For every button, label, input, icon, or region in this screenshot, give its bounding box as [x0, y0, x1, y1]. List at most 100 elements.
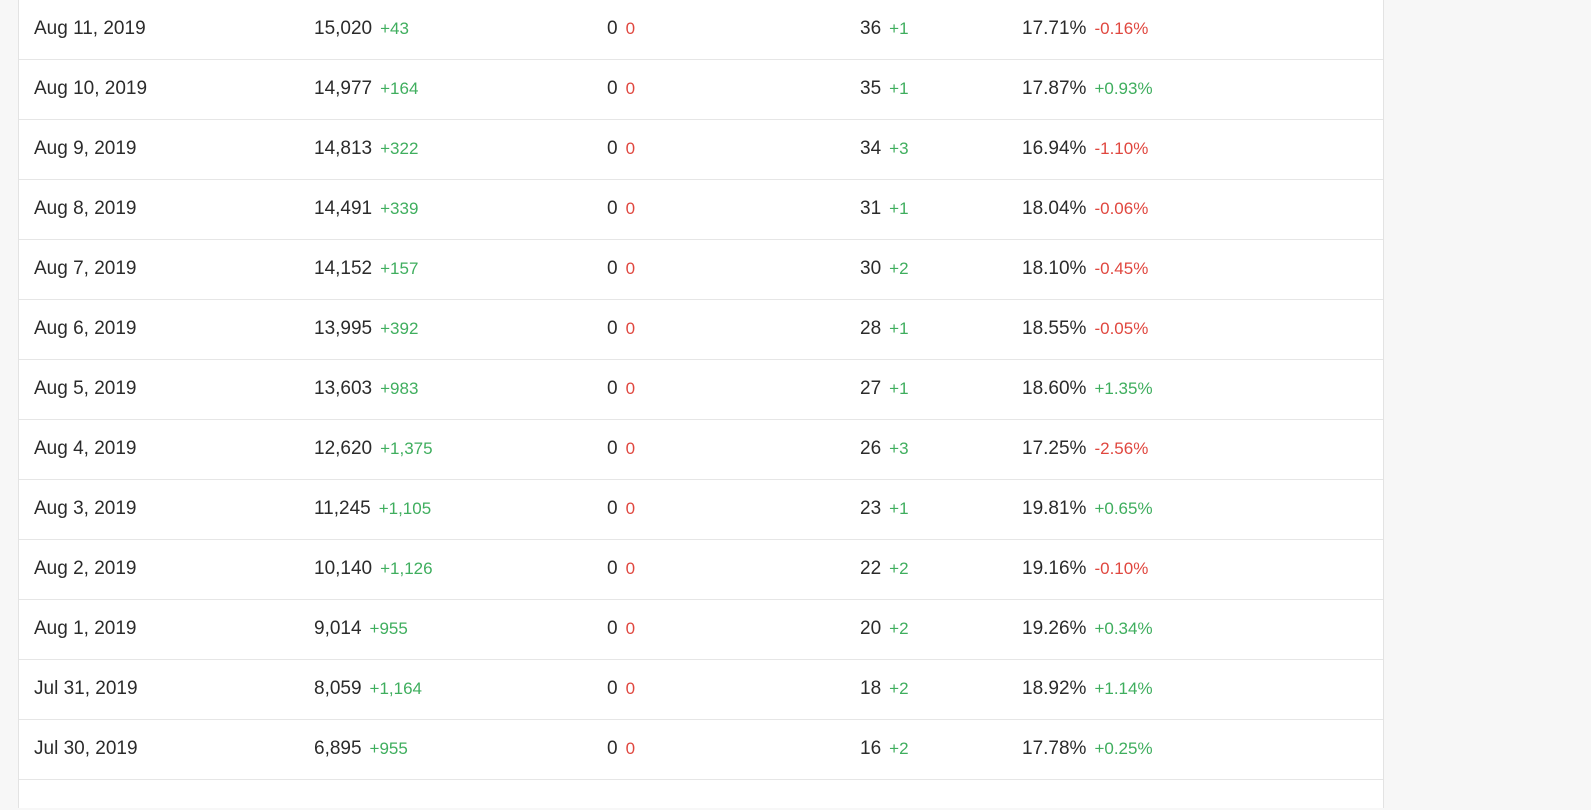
percent-delta: -0.16%	[1094, 19, 1149, 38]
count-value: 35	[860, 78, 882, 99]
zero-cell: 00	[607, 420, 635, 479]
count-value: 36	[860, 18, 882, 39]
views-cell: 13,603 +983	[314, 360, 418, 419]
percent-cell: 19.16% -0.10%	[1022, 540, 1148, 599]
views-delta: +955	[369, 739, 408, 758]
percent-delta: +0.34%	[1094, 619, 1153, 638]
count-value: 20	[860, 618, 882, 639]
percent-value: 16.94%	[1022, 138, 1087, 159]
table-row: Aug 3, 2019 11,245 +1,105 00 23 +1 19.81% +…	[19, 480, 1383, 540]
views-delta: +1,375	[380, 439, 433, 458]
percent-cell: 19.26% +0.34%	[1022, 600, 1153, 659]
views-value: 14,152	[314, 258, 373, 279]
views-cell: 14,152 +157	[314, 240, 418, 299]
count-delta: +1	[889, 319, 909, 338]
count-delta: +2	[889, 619, 909, 638]
views-delta: +1,164	[369, 679, 423, 698]
views-delta: +1,105	[378, 499, 432, 518]
percent-cell: 17.87% +0.93%	[1022, 60, 1153, 119]
views-cell: 10,140 +1,126	[314, 540, 433, 599]
percent-delta: +1.14%	[1094, 679, 1153, 698]
percent-value: 17.78%	[1022, 738, 1087, 759]
percent-delta: -0.45%	[1094, 259, 1149, 278]
zero-cell: 00	[607, 360, 635, 419]
date-cell: Aug 7, 2019	[34, 258, 137, 279]
views-value: 10,140	[314, 558, 373, 579]
count-cell: 28 +1	[860, 300, 909, 359]
percent-delta: +1.35%	[1094, 379, 1153, 398]
zero-delta: 0	[625, 259, 636, 278]
views-delta: +983	[380, 379, 419, 398]
percent-cell: 18.04% -0.06%	[1022, 180, 1148, 239]
zero-delta: 0	[625, 739, 636, 758]
percent-value: 18.55%	[1022, 318, 1087, 339]
percent-delta: -0.05%	[1094, 319, 1149, 338]
percent-cell: 18.92% +1.14%	[1022, 660, 1153, 719]
count-delta: +2	[889, 679, 909, 698]
percent-value: 18.92%	[1022, 678, 1087, 699]
zero-cell: 00	[607, 480, 635, 539]
percent-value: 19.26%	[1022, 618, 1087, 639]
table-body: Aug 11, 2019 15,020 +43 00 36 +1 17.71% -0.…	[19, 0, 1383, 810]
zero-cell: 00	[607, 300, 635, 359]
count-cell: 35 +1	[860, 60, 909, 119]
date-cell: Aug 5, 2019	[34, 378, 137, 399]
views-cell: 15,020 +43	[314, 0, 409, 59]
date-cell: Aug 6, 2019	[34, 318, 137, 339]
percent-delta: -0.10%	[1094, 559, 1149, 578]
zero-cell: 00	[607, 660, 635, 719]
count-cell: 27 +1	[860, 360, 909, 419]
count-value: 28	[860, 318, 882, 339]
zero-cell: 00	[607, 0, 635, 59]
table-row-partial	[19, 780, 1383, 810]
percent-cell: 18.10% -0.45%	[1022, 240, 1148, 299]
percent-cell: 17.25% -2.56%	[1022, 420, 1148, 479]
count-delta: +2	[889, 259, 909, 278]
views-value: 14,977	[314, 78, 373, 99]
percent-cell: 18.60% +1.35%	[1022, 360, 1153, 419]
table-row: Jul 30, 2019 6,895 +955 00 16 +2 17.78% +0.…	[19, 720, 1383, 780]
count-delta: +1	[889, 79, 909, 98]
views-delta: +392	[380, 319, 419, 338]
zero-delta: 0	[625, 679, 636, 698]
views-delta: +322	[380, 139, 419, 158]
percent-cell: 16.94% -1.10%	[1022, 120, 1148, 179]
percent-delta: -0.06%	[1094, 199, 1149, 218]
date-cell: Aug 11, 2019	[34, 18, 146, 39]
count-delta: +2	[889, 739, 909, 758]
percent-delta: +0.25%	[1094, 739, 1153, 758]
count-cell: 30 +2	[860, 240, 909, 299]
views-cell: 13,995 +392	[314, 300, 418, 359]
count-value: 31	[860, 198, 882, 219]
zero-delta: 0	[625, 19, 636, 38]
zero-cell: 00	[607, 180, 635, 239]
table-row: Aug 11, 2019 15,020 +43 00 36 +1 17.71% -0.…	[19, 0, 1383, 60]
zero-cell: 00	[607, 720, 635, 779]
percent-value: 17.71%	[1022, 18, 1087, 39]
table-row: Aug 6, 2019 13,995 +392 00 28 +1 18.55% -0.…	[19, 300, 1383, 360]
views-delta: +43	[380, 19, 409, 38]
zero-value: 0	[607, 258, 618, 279]
count-value: 22	[860, 558, 882, 579]
views-value: 11,245	[314, 498, 371, 519]
table-row: Aug 9, 2019 14,813 +322 00 34 +3 16.94% -1.…	[19, 120, 1383, 180]
percent-cell: 18.55% -0.05%	[1022, 300, 1148, 359]
views-value: 14,491	[314, 198, 373, 219]
table-row: Aug 1, 2019 9,014 +955 00 20 +2 19.26% +0.3…	[19, 600, 1383, 660]
date-cell: Aug 2, 2019	[34, 558, 137, 579]
date-cell: Jul 31, 2019	[34, 678, 138, 699]
views-value: 9,014	[314, 618, 362, 639]
zero-delta: 0	[625, 79, 636, 98]
zero-value: 0	[607, 438, 618, 459]
views-cell: 12,620 +1,375	[314, 420, 433, 479]
views-delta: +1,126	[380, 559, 433, 578]
count-value: 34	[860, 138, 882, 159]
zero-delta: 0	[625, 139, 636, 158]
zero-delta: 0	[625, 379, 636, 398]
views-cell: 14,813 +322	[314, 120, 418, 179]
count-cell: 34 +3	[860, 120, 909, 179]
count-delta: +2	[889, 559, 909, 578]
table-row: Aug 10, 2019 14,977 +164 00 35 +1 17.87% +0…	[19, 60, 1383, 120]
zero-value: 0	[607, 678, 618, 699]
zero-value: 0	[607, 198, 618, 219]
